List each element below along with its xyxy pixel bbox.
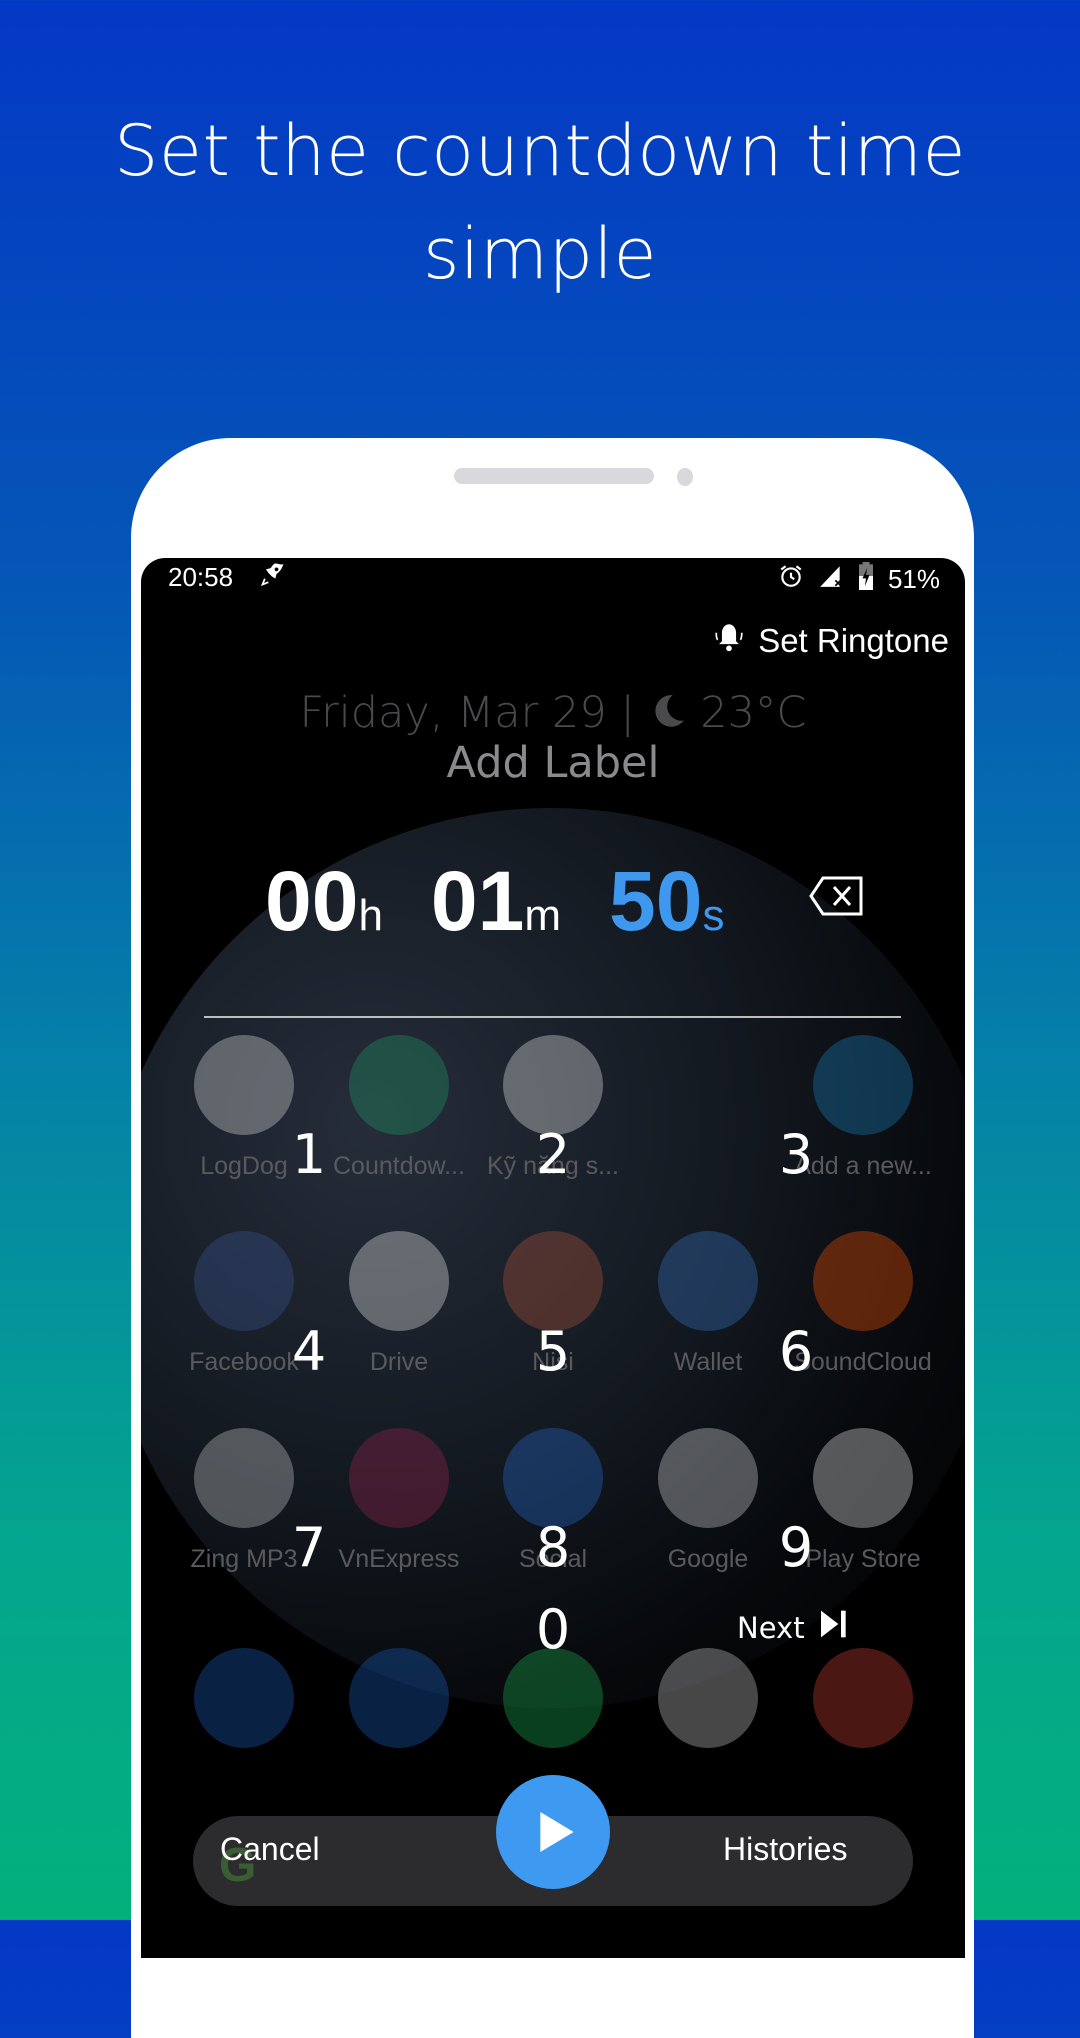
next-button[interactable]: Next [737,1608,849,1647]
dock-icon-chrome [813,1648,913,1748]
app-icon-nisi [503,1231,603,1331]
dock-icon-spotify [503,1648,603,1748]
headline-line-1: Set the countdown time [113,110,967,192]
key-9[interactable]: 9 [746,1516,846,1579]
dock-icon-messages [349,1648,449,1748]
app-icon-zing-mp3 [194,1428,294,1528]
app-icon-wallet [658,1231,758,1331]
dock-icon-camera [658,1648,758,1748]
key-5[interactable]: 5 [503,1320,603,1383]
key-6[interactable]: 6 [746,1320,846,1383]
app-icon-soundcloud [813,1231,913,1331]
key-2[interactable]: 2 [503,1123,603,1186]
app-icon-add-a-new [813,1035,913,1135]
key-8[interactable]: 8 [503,1516,603,1579]
histories-button[interactable]: Histories [723,1831,847,1868]
headline-line-2: simple [422,213,658,295]
app-icon-k-n-ng-s [503,1035,603,1135]
skip-next-icon [817,1608,849,1647]
play-button[interactable] [496,1775,610,1889]
front-camera [677,468,693,486]
app-icon-facebook [194,1231,294,1331]
app-icon-google [658,1428,758,1528]
cancel-button[interactable]: Cancel [220,1831,320,1868]
phone-screen: 20:58 51% Set Ringtone Friday, Mar 29 | [141,558,965,1958]
home-screen-apps: LogDog Countdow... Kỹ năng s... Add a new..… [141,558,965,1958]
promo-headline: Set the countdown time simple [0,100,1080,306]
play-icon [540,1812,574,1852]
dock-icon-phone [194,1648,294,1748]
key-3[interactable]: 3 [746,1123,846,1186]
speaker-grille [454,468,654,484]
key-1[interactable]: 1 [259,1123,359,1186]
app-icon-play-store [813,1428,913,1528]
app-icon-logdog [194,1035,294,1135]
app-icon-countdow [349,1035,449,1135]
app-icon-vnexpress [349,1428,449,1528]
next-label: Next [737,1610,805,1645]
key-7[interactable]: 7 [259,1516,359,1579]
key-0[interactable]: 0 [503,1598,603,1661]
app-icon-social [503,1428,603,1528]
key-4[interactable]: 4 [259,1320,359,1383]
app-icon-drive [349,1231,449,1331]
